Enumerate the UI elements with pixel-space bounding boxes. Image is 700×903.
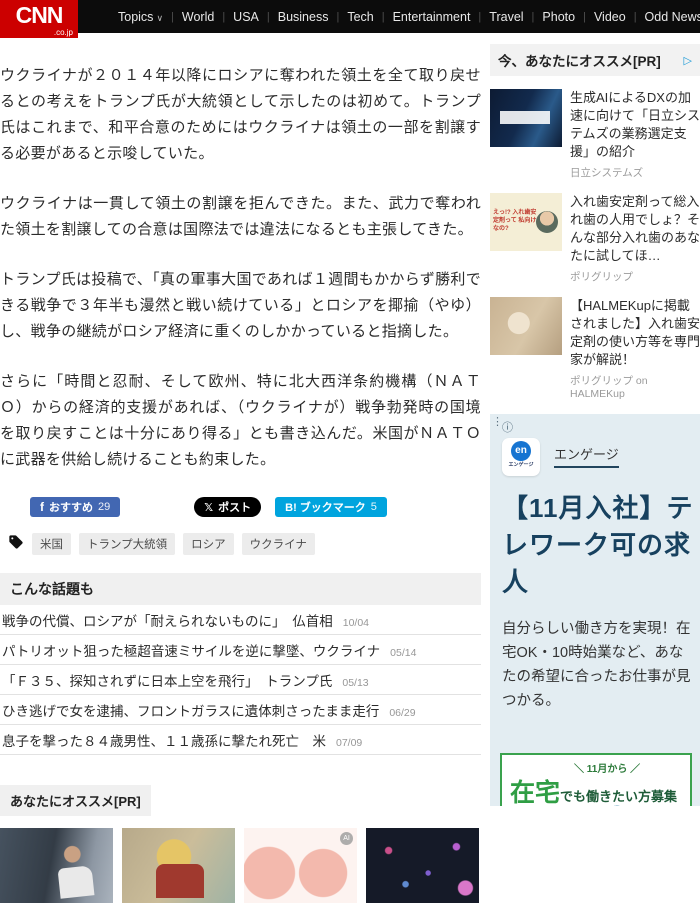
related-date: 05/13 <box>342 677 369 689</box>
related-link[interactable]: パトリオット狙った極超音速ミサイルを逆に撃墜、ウクライナ 05/14 <box>0 635 481 664</box>
related-date: 10/04 <box>342 617 370 629</box>
sponsored-thumbnail <box>490 297 562 355</box>
share-buttons-row: f おすすめ 29 𝕏 ポスト B! ブックマーク 5 <box>30 497 481 517</box>
related-link[interactable]: 息子を撃った８４歳男性、１１歳孫に撃たれ死亡 米 07/09 <box>0 725 481 754</box>
sponsored-source: ポリグリップ on HALMEKup <box>570 375 648 400</box>
top-navigation-bar: CNN .co.jp Topics∨ World USA Business Te… <box>0 0 700 38</box>
related-date: 06/29 <box>389 707 416 719</box>
tag-icon <box>8 534 24 555</box>
adchoices-icon[interactable]: ▷ <box>684 54 692 67</box>
article-main-column: ウクライナが２０１４年以降にロシアに奪われた領土を全て取り戻せるとの考えをトラン… <box>0 33 481 903</box>
related-date: 07/09 <box>336 737 363 749</box>
cnn-logo-cojp: .co.jp <box>53 28 73 37</box>
cnn-logo-text: CNN <box>15 2 64 28</box>
nav-item-world[interactable]: World <box>182 10 214 24</box>
ad-brand-link[interactable]: エンゲージ <box>554 444 619 468</box>
nav-item-travel[interactable]: Travel <box>489 10 523 24</box>
facebook-share-count: 29 <box>98 501 111 513</box>
related-section-header: こんな話題も <box>0 573 481 605</box>
tag-ukraine[interactable]: ウクライナ <box>241 533 315 555</box>
tag-trump[interactable]: トランプ大統領 <box>79 533 176 555</box>
sponsored-item[interactable]: 【HALMEKupに掲載されました】入れ歯安定剤の使い方等を専門家が解説！ ポリ… <box>490 297 700 400</box>
sponsored-thumbnail: えっ!? 入れ歯安定剤って 私向けなの? <box>490 193 562 251</box>
x-icon: 𝕏 <box>204 501 214 514</box>
sponsored-item[interactable]: えっ!? 入れ歯安定剤って 私向けなの? 入れ歯安定剤って総入れ歯の人用でしょ？… <box>490 193 700 284</box>
nav-item-video[interactable]: Video <box>594 10 626 24</box>
sponsored-thumb-caption: えっ!? 入れ歯安定剤って 私向けなの? <box>493 210 537 232</box>
article-paragraph: さらに「時間と忍耐、そして欧州、特に北大西洋条約機構（ＮＡＴＯ）からの経済的支援… <box>0 373 481 468</box>
related-date: 05/14 <box>390 647 417 659</box>
related-item: 「Ｆ３５、探知されずに日本上空を飛行」 トランプ氏 05/13 <box>0 665 481 695</box>
sponsored-thumbnail <box>490 89 562 147</box>
related-item: 息子を撃った８４歳男性、１１歳孫に撃たれ死亡 米 07/09 <box>0 725 481 755</box>
sidebar-recommend-header: 今、あなたにオススメ[PR] ▷ <box>490 44 700 76</box>
sponsored-source: 日立システムズ <box>570 167 644 179</box>
recommend-thumbnail-3[interactable]: AI <box>244 828 357 903</box>
cnn-logo[interactable]: CNN .co.jp <box>0 0 78 38</box>
chevron-down-icon: ∨ <box>156 12 164 23</box>
nav-item-entertainment[interactable]: Entertainment <box>393 10 471 24</box>
related-link[interactable]: ひき逃げで女を逮捕、フロントガラスに遺体刺さったまま走行 06/29 <box>0 695 481 724</box>
related-link[interactable]: 「Ｆ３５、探知されずに日本上空を飛行」 トランプ氏 05/13 <box>0 665 481 694</box>
sponsored-title: 【HALMEKupに掲載されました】入れ歯安定剤の使い方等を専門家が解説！ <box>570 298 700 367</box>
tag-russia[interactable]: ロシア <box>183 533 234 555</box>
hatena-bookmark-count: 5 <box>370 501 377 513</box>
ad-banner-image[interactable]: ＼ 11月から ／ 在宅でも働きたい方募集 年間休日120日 10時以降に始業 … <box>500 753 692 806</box>
banner-main-text: 在宅でも働きたい方募集 <box>510 779 678 806</box>
sponsored-title: 入れ歯安定剤って総入れ歯の人用でしょ？そんな部分入れ歯のあなたに試してほ… <box>570 194 700 263</box>
article-tags-row: 米国 トランプ大統領 ロシア ウクライナ <box>8 533 481 555</box>
article-body: ウクライナが２０１４年以降にロシアに奪われた領土を全て取り戻せるとの考えをトラン… <box>0 33 481 473</box>
article-paragraph: トランプ氏は投稿で、「真の軍事大国であれば１週間もかからず勝利できる戦争で３年半… <box>0 271 481 340</box>
sponsored-item[interactable]: 生成AIによるDXの加速に向けて「日立システムズの業務選定支援」の紹介 日立シス… <box>490 89 700 180</box>
x-post-button[interactable]: 𝕏 ポスト <box>194 497 262 517</box>
ad-info-icon[interactable]: ⓘ <box>502 419 513 435</box>
article-paragraph: ウクライナは一貫して領土の割譲を拒んできた。また、武力で奪われた領土を割譲しての… <box>0 195 481 238</box>
related-article-list: 戦争の代償、ロシアが「耐えられないものに」 仏首相 10/04 パトリオット狙っ… <box>0 605 481 755</box>
tag-usa[interactable]: 米国 <box>32 533 71 555</box>
recommend-thumbnails-row: AI <box>0 828 481 903</box>
clock-icon: 🕐 <box>610 805 624 806</box>
engage-logo-icon: en <box>511 441 531 461</box>
related-item: パトリオット狙った極超音速ミサイルを逆に撃墜、ウクライナ 05/14 <box>0 635 481 665</box>
nav-menu: Topics∨ World USA Business Tech Entertai… <box>118 10 700 24</box>
recommend-thumbnail-2[interactable] <box>122 828 235 903</box>
sponsored-title: 生成AIによるDXの加速に向けて「日立システムズの業務選定支援」の紹介 <box>570 90 700 159</box>
article-paragraph: ウクライナが２０１４年以降にロシアに奪われた領土を全て取り戻せるとの考えをトラン… <box>0 67 481 162</box>
recommend-thumbnail-1[interactable] <box>0 828 113 903</box>
nav-item-usa[interactable]: USA <box>233 10 259 24</box>
ad-brand-row: en エンゲージ エンゲージ <box>502 438 694 476</box>
related-item: 戦争の代償、ロシアが「耐えられないものに」 仏首相 10/04 <box>0 605 481 635</box>
nav-item-topics[interactable]: Topics ∨ <box>118 10 163 24</box>
ai-watermark-badge: AI <box>340 832 353 845</box>
related-link[interactable]: 戦争の代償、ロシアが「耐えられないものに」 仏首相 10/04 <box>0 605 481 634</box>
hatena-bookmark-button[interactable]: B! ブックマーク 5 <box>275 497 387 517</box>
recommend-thumbnail-4[interactable] <box>366 828 479 903</box>
sidebar: 今、あなたにオススメ[PR] ▷ 生成AIによるDXの加速に向けて「日立システム… <box>490 44 700 806</box>
ad-headline[interactable]: 【11月入社】テレワーク可の求人 <box>502 490 694 601</box>
ad-body-text: 自分らしい働き方を実現！在宅OK・10時始業など、あなたの希望に合ったお仕事が見… <box>502 621 691 709</box>
sponsored-source: ポリグリップ <box>570 271 633 283</box>
engage-logo[interactable]: en エンゲージ <box>502 438 540 476</box>
nav-item-photo[interactable]: Photo <box>542 10 575 24</box>
display-ad-engage[interactable]: ⋮ ⓘ en エンゲージ エンゲージ 【11月入社】テレワーク可の求人 自分らし… <box>490 414 700 806</box>
recommend-section-header: あなたにオススメ[PR] <box>0 785 151 816</box>
nav-item-tech[interactable]: Tech <box>347 10 373 24</box>
facebook-icon: f <box>40 500 44 514</box>
facebook-share-button[interactable]: f おすすめ 29 <box>30 497 121 517</box>
nav-item-odd-news[interactable]: Odd News <box>645 10 700 24</box>
nav-item-business[interactable]: Business <box>278 10 329 24</box>
engage-logo-caption: エンゲージ <box>508 462 534 468</box>
